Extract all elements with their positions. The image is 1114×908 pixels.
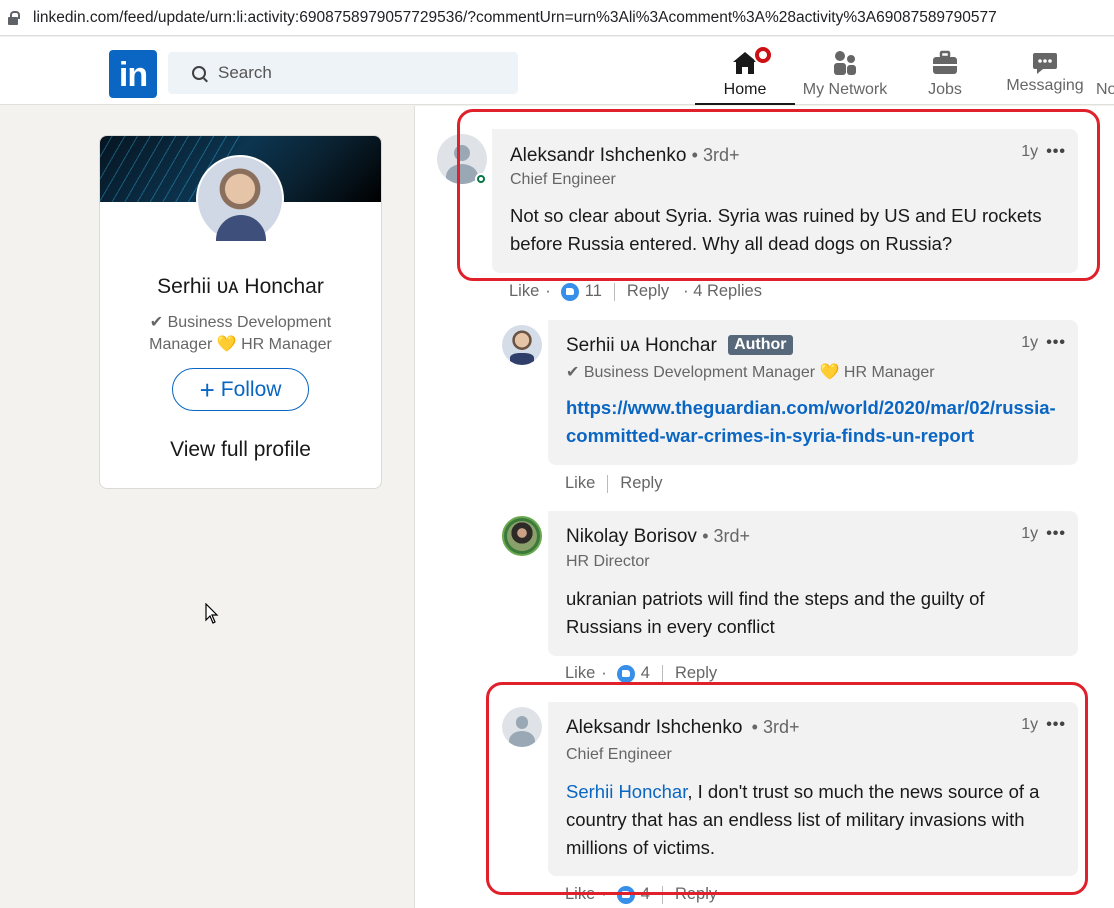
comment-meta: 1y ••• (1021, 525, 1066, 543)
comment-text: ukranian patriots will find the steps an… (566, 588, 985, 637)
global-nav: in Search Home My Network Jobs Messaging (0, 37, 1114, 105)
view-full-profile-link[interactable]: View full profile (100, 438, 381, 462)
profile-name[interactable]: Serhii ᴜᴀ Honchar (100, 275, 381, 299)
nav-messaging-label: Messaging (1006, 77, 1084, 94)
divider (607, 474, 609, 493)
search-icon (192, 66, 206, 80)
browser-address-bar[interactable]: linkedin.com/feed/update/urn:li:activity… (0, 0, 1114, 36)
comment-author-headline: ✔ Business Development Manager 💛 HR Mana… (566, 364, 935, 381)
reply-button[interactable]: Reply (620, 474, 662, 493)
comment-link[interactable]: https://www.theguardian.com/world/2020/m… (566, 394, 1061, 450)
like-reaction-icon (616, 664, 635, 683)
profile-card: Serhii ᴜᴀ Honchar ✔ Business Development… (99, 135, 382, 489)
nav-notifications[interactable]: No (1096, 41, 1114, 105)
nav-notifications-label: No (1096, 81, 1114, 98)
like-button[interactable]: Like (509, 282, 539, 301)
reply-button[interactable]: Reply (675, 664, 717, 683)
follow-button[interactable]: + Follow (172, 368, 309, 411)
connection-degree: • 3rd+ (702, 526, 751, 546)
more-options-icon[interactable]: ••• (1046, 525, 1066, 542)
nav-home[interactable]: Home (695, 41, 795, 105)
profile-headline: ✔ Business Development Manager 💛 HR Mana… (149, 314, 332, 353)
reaction-count[interactable]: 11 (585, 282, 602, 301)
divider (613, 282, 615, 301)
comment-author[interactable]: Nikolay Borisov • 3rd+ (566, 526, 750, 548)
nav-home-label: Home (723, 81, 767, 98)
messaging-icon (1033, 53, 1057, 74)
nav-my-network-label: My Network (802, 81, 888, 98)
divider (661, 664, 663, 683)
linkedin-logo[interactable]: in (109, 50, 157, 98)
reply-bubble: Serhii ᴜᴀ Honchar Author ✔ Business Deve… (548, 320, 1078, 465)
highlight-annotation (457, 109, 1100, 281)
nav-messaging[interactable]: Messaging (995, 41, 1095, 105)
replies-count-link[interactable]: · 4 Replies (683, 282, 762, 301)
commenter-avatar[interactable] (502, 325, 542, 365)
like-button[interactable]: Like (565, 474, 595, 493)
reaction-count[interactable]: 4 (641, 664, 650, 683)
like-button[interactable]: Like (565, 664, 595, 683)
comment-author-name[interactable]: Serhii ᴜᴀ Honchar (566, 335, 717, 356)
reply-button[interactable]: Reply (627, 282, 669, 301)
comment-author[interactable]: Serhii ᴜᴀ Honchar Author (566, 335, 793, 357)
comment-actions: Like · 11 Reply · 4 Replies (509, 282, 762, 301)
commenter-avatar[interactable] (502, 516, 542, 556)
profile-avatar[interactable] (196, 155, 284, 243)
network-icon (834, 51, 856, 75)
nav-jobs[interactable]: Jobs (895, 41, 995, 105)
comment-actions: Like Reply (565, 474, 662, 493)
nav-my-network[interactable]: My Network (795, 41, 895, 105)
url-text[interactable]: linkedin.com/feed/update/urn:li:activity… (33, 9, 997, 27)
nav-jobs-label: Jobs (928, 81, 962, 98)
more-options-icon[interactable]: ••• (1046, 334, 1066, 351)
briefcase-icon (933, 50, 957, 74)
plus-icon: + (199, 374, 215, 405)
follow-button-label: Follow (220, 377, 282, 401)
mouse-cursor-icon (205, 603, 219, 624)
like-reaction-icon (560, 282, 579, 301)
highlight-annotation (486, 682, 1088, 895)
comment-timestamp: 1y (1021, 334, 1039, 351)
comment-timestamp: 1y (1021, 525, 1039, 542)
comment-author-headline: HR Director (566, 553, 650, 570)
reply-bubble: Nikolay Borisov • 3rd+ HR Director 1y •••… (548, 511, 1078, 656)
comment-actions: Like · 4 Reply (565, 664, 718, 683)
lock-icon (8, 10, 20, 25)
author-badge: Author (728, 335, 793, 355)
comment-meta: 1y ••• (1021, 334, 1066, 352)
search-placeholder: Search (218, 63, 272, 82)
search-input[interactable]: Search (168, 52, 518, 94)
notification-badge (753, 45, 773, 65)
comment-author-name[interactable]: Nikolay Borisov (566, 526, 697, 547)
